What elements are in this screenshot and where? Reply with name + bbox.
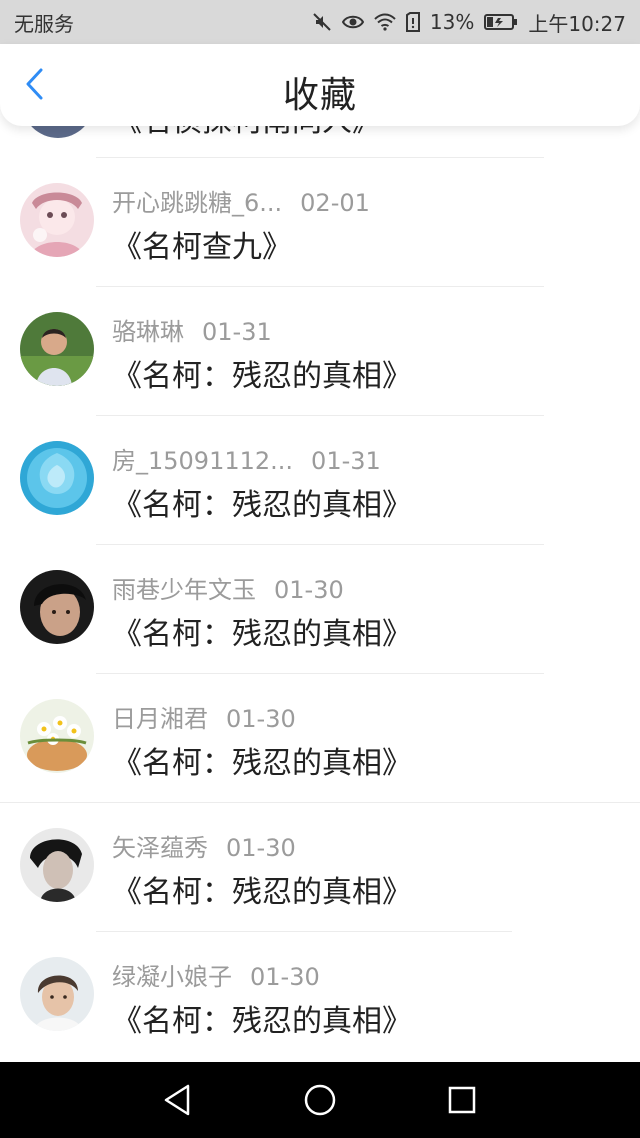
item-date: 01-30	[226, 834, 296, 862]
item-date: 01-30	[250, 963, 320, 991]
item-title: 《名柯：残忍的真相》	[112, 1004, 412, 1039]
item-title: 《名侦探柯南同人》	[112, 126, 382, 140]
username: 矢泽蕴秀	[112, 834, 208, 862]
system-nav-bar	[0, 1062, 640, 1138]
favorites-list: 《名侦探柯南同人》 开心跳跳糖_6... 02-01 《名柯查九》 骆琳琳 01-3…	[0, 126, 640, 1062]
item-title: 《名柯：残忍的真相》	[112, 488, 412, 523]
item-date: 01-30	[274, 576, 344, 604]
item-date: 01-31	[311, 447, 381, 475]
username: 骆琳琳	[112, 318, 184, 346]
list-item[interactable]: 雨巷少年文玉 01-30 《名柯：残忍的真相》	[0, 545, 640, 673]
item-date: 02-01	[300, 189, 370, 217]
username: 日月湘君	[112, 705, 208, 733]
avatar	[20, 570, 94, 644]
item-title: 《名柯：残忍的真相》	[112, 617, 412, 652]
page-title: 收藏	[282, 75, 357, 116]
list-item[interactable]: 房_15091112... 01-31 《名柯：残忍的真相》	[0, 416, 640, 544]
carrier-label: 无服务	[14, 11, 74, 36]
avatar	[20, 828, 94, 902]
item-title: 《名柯：残忍的真相》	[112, 359, 412, 394]
item-meta: 日月湘君 01-30	[112, 699, 296, 734]
mute-icon	[312, 12, 332, 32]
clock: 上午10:27	[528, 11, 626, 36]
list-item[interactable]: 日月湘君 01-30 《名柯：残忍的真相》	[0, 674, 640, 802]
back-triangle-icon[interactable]	[158, 1080, 198, 1120]
avatar	[20, 957, 94, 1031]
screen: 无服务 13% 上午10:27 收藏 开心跳跳糖_6... 02-01 《名柯查…	[0, 0, 640, 1138]
item-date: 01-31	[202, 318, 272, 346]
item-meta: 开心跳跳糖_6... 02-01	[112, 183, 370, 218]
avatar	[20, 312, 94, 386]
item-meta: 骆琳琳 01-31	[112, 312, 272, 347]
item-title: 《名柯查九》	[112, 230, 292, 265]
username: 房_15091112...	[112, 447, 294, 475]
username: 雨巷少年文玉	[112, 576, 256, 604]
avatar	[20, 699, 94, 773]
avatar	[22, 126, 94, 138]
item-title: 《名柯：残忍的真相》	[112, 746, 412, 781]
wifi-icon	[374, 13, 396, 31]
list-item[interactable]: 骆琳琳 01-31 《名柯：残忍的真相》	[0, 287, 640, 415]
home-circle-icon[interactable]	[300, 1080, 340, 1120]
avatar	[20, 441, 94, 515]
sim-icon	[405, 12, 420, 32]
status-bar: 无服务 13% 上午10:27	[0, 0, 640, 44]
item-date: 01-30	[226, 705, 296, 733]
battery-icon	[484, 13, 518, 31]
header-bar: 收藏	[0, 44, 640, 126]
list-item[interactable]: 矢泽蕴秀 01-30 《名柯：残忍的真相》	[0, 803, 640, 931]
eye-icon	[341, 14, 364, 30]
item-meta: 绿凝小娘子 01-30	[112, 957, 320, 992]
item-title: 《名柯：残忍的真相》	[112, 875, 412, 910]
recents-square-icon[interactable]	[442, 1080, 482, 1120]
avatar	[20, 183, 94, 257]
battery-percent: 13%	[429, 10, 475, 34]
status-icons: 13% 上午10:27	[312, 8, 626, 37]
username: 开心跳跳糖_6...	[112, 189, 283, 217]
item-meta: 矢泽蕴秀 01-30	[112, 828, 296, 863]
list-item[interactable]: 开心跳跳糖_6... 02-01 《名柯查九》	[0, 158, 640, 286]
item-meta: 房_15091112... 01-31	[112, 441, 381, 476]
list-item[interactable]: 绿凝小娘子 01-30 《名柯：残忍的真相》	[0, 932, 640, 1060]
username: 绿凝小娘子	[112, 963, 232, 991]
item-meta: 雨巷少年文玉 01-30	[112, 570, 344, 605]
list-item-partial[interactable]: 《名侦探柯南同人》	[0, 126, 640, 156]
